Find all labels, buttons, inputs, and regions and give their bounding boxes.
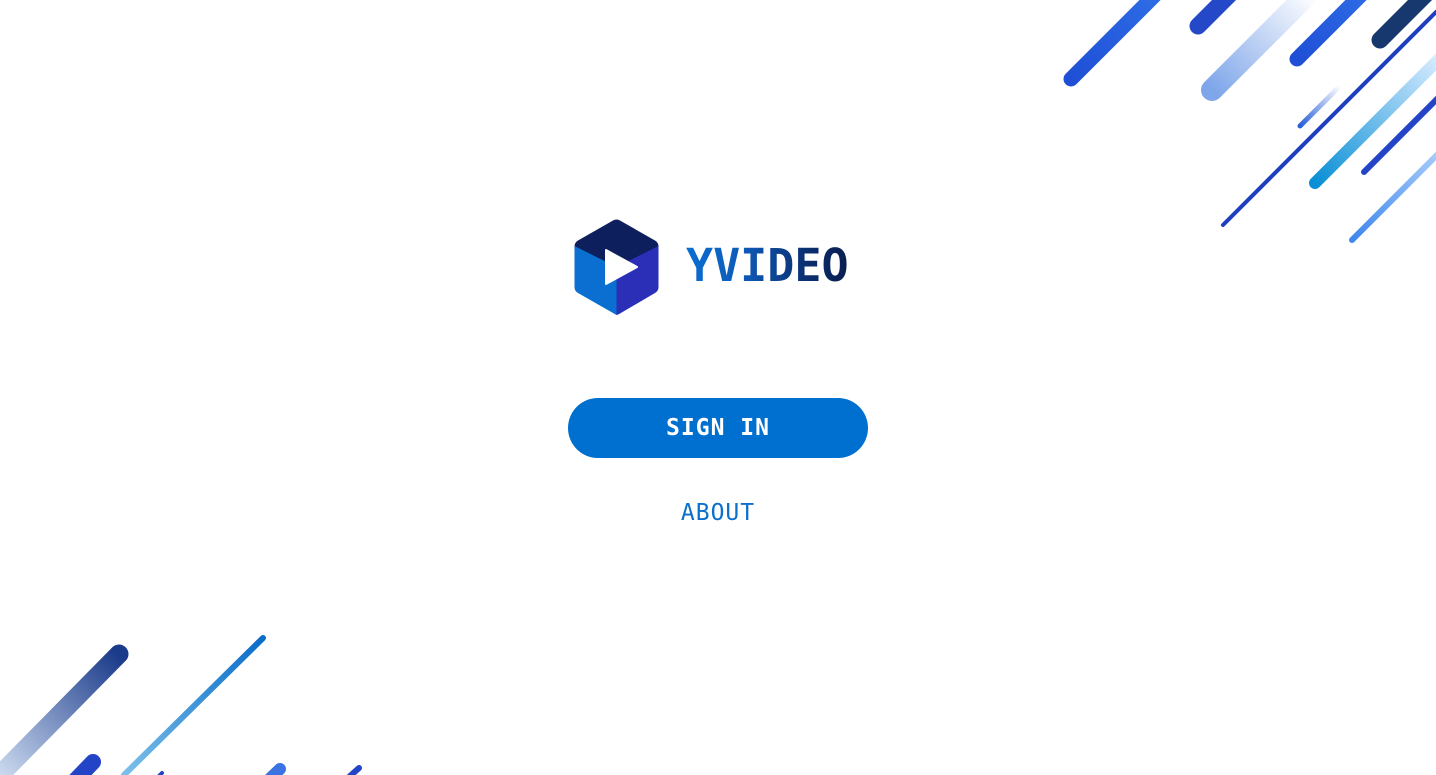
decorative-streaks xyxy=(0,0,1436,775)
streak xyxy=(121,635,266,775)
streak xyxy=(1201,0,1318,101)
streak xyxy=(0,644,129,775)
streak xyxy=(1349,151,1436,243)
streak xyxy=(346,765,362,775)
streak xyxy=(265,763,286,775)
play-hexagon-icon xyxy=(574,219,659,315)
streak xyxy=(1189,0,1237,35)
sign-in-button[interactable]: SIGN IN xyxy=(568,398,868,458)
streak xyxy=(1297,83,1343,129)
streak xyxy=(1063,0,1161,87)
brand-logo: YVIDEO xyxy=(573,218,849,316)
about-link[interactable]: ABOUT xyxy=(618,496,818,530)
brand-wordmark: YVIDEO xyxy=(686,238,849,292)
streak xyxy=(1361,95,1436,175)
login-page: YVIDEO SIGN IN ABOUT xyxy=(0,0,1436,775)
streak xyxy=(69,754,101,775)
